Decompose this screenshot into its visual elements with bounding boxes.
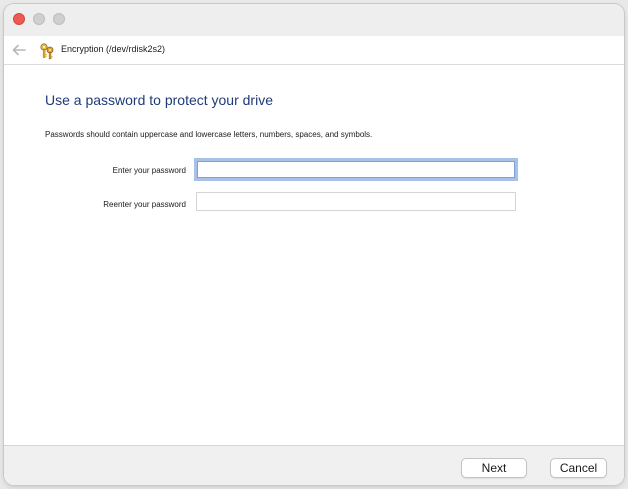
maximize-window-button[interactable] (53, 13, 65, 25)
reenter-password-field[interactable] (196, 192, 516, 211)
page-title: Use a password to protect your drive (45, 92, 273, 108)
reenter-password-label: Reenter your password (103, 200, 186, 209)
minimize-window-button[interactable] (33, 13, 45, 25)
navigation-bar: Encryption (/dev/rdisk2s2) (4, 36, 624, 65)
footer-bar: Next Cancel (4, 445, 624, 485)
encryption-window: Encryption (/dev/rdisk2s2) Use a passwor… (4, 4, 624, 485)
password-field[interactable] (194, 158, 518, 181)
cancel-button[interactable]: Cancel (550, 458, 607, 478)
password-hint: Passwords should contain uppercase and l… (45, 130, 373, 139)
window-title: Encryption (/dev/rdisk2s2) (61, 44, 166, 54)
title-bar (4, 4, 624, 36)
keys-icon (38, 42, 56, 60)
close-window-button[interactable] (13, 13, 25, 25)
back-arrow-icon[interactable] (10, 41, 28, 59)
password-form: Use a password to protect your drive Pas… (5, 65, 623, 445)
next-button[interactable]: Next (461, 458, 527, 478)
password-label: Enter your password (112, 166, 186, 175)
